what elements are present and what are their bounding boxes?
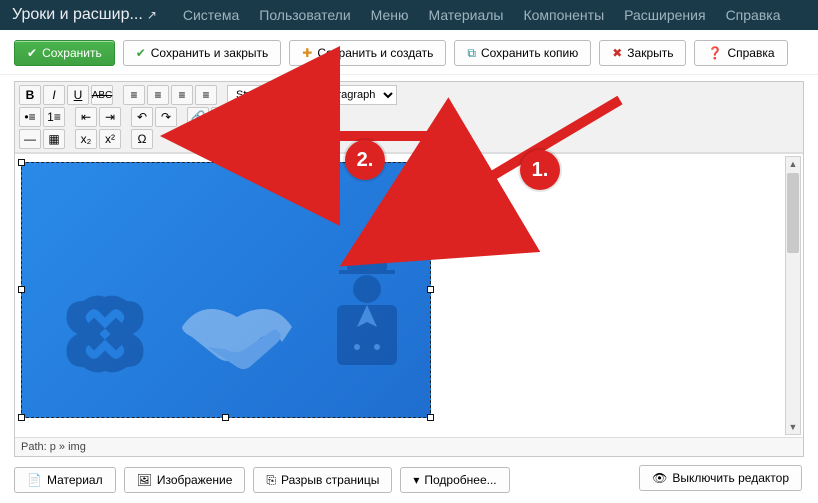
align-right-button[interactable]: ≡ [171, 85, 193, 105]
eye-icon: 👁 [652, 472, 667, 484]
pagebreak-label: Разрыв страницы [281, 473, 379, 487]
document-icon: 📄 [27, 474, 42, 486]
butler-graphic [317, 257, 417, 387]
scroll-thumb[interactable] [787, 173, 799, 253]
resize-handle-br[interactable] [427, 414, 434, 421]
nav-materials[interactable]: Материалы [429, 7, 504, 23]
nav-extensions[interactable]: Расширения [624, 7, 705, 23]
editor-toolbar: B I U ABC ≡ ≡ ≡ ≡ Styles Paragraph •≡ 1≡… [15, 82, 803, 153]
number-list-button[interactable]: 1≡ [43, 107, 65, 127]
editor-toolbar-row-1: B I U ABC ≡ ≡ ≡ ≡ Styles Paragraph [19, 85, 799, 105]
link-button[interactable]: 🔗 [187, 107, 209, 127]
action-toolbar: ✔ Сохранить ✔ Сохранить и закрыть ✚ Сохр… [0, 30, 818, 75]
nav-menu[interactable]: Меню [371, 7, 409, 23]
vertical-scrollbar[interactable]: ▲ ▼ [785, 156, 801, 435]
resize-handle-bl[interactable] [18, 414, 25, 421]
align-justify-button[interactable]: ≡ [195, 85, 217, 105]
outdent-button[interactable]: ⇤ [75, 107, 97, 127]
close-label: Закрыть [627, 46, 673, 60]
readmore-label: Подробнее... [424, 473, 496, 487]
resize-handle-tm[interactable] [222, 159, 229, 166]
handshake-graphic [172, 287, 302, 387]
save-close-label: Сохранить и закрыть [151, 46, 268, 60]
resize-handle-tr[interactable] [427, 159, 434, 166]
external-link-icon: ↗ [147, 8, 157, 22]
pagebreak-button[interactable]: ⎘ Разрыв страницы [253, 467, 392, 493]
help-icon: ❓ [707, 47, 722, 59]
image-icon [263, 111, 277, 123]
undo-button[interactable]: ↶ [131, 107, 153, 127]
image-label: Изображение [157, 473, 233, 487]
nav-components[interactable]: Компоненты [523, 7, 604, 23]
resize-handle-tl[interactable] [18, 159, 25, 166]
bullet-list-button[interactable]: •≡ [19, 107, 41, 127]
check-icon: ✔ [136, 47, 146, 59]
editor-path-bar: Path: p » img [15, 437, 803, 456]
readmore-button[interactable]: ▾ Подробнее... [400, 467, 509, 493]
resize-handle-mr[interactable] [427, 286, 434, 293]
save-new-label: Сохранить и создать [317, 46, 433, 60]
italic-button[interactable]: I [43, 85, 65, 105]
save-copy-button[interactable]: ⧉ Сохранить копию [454, 40, 591, 66]
superscript-button[interactable]: x² [99, 129, 121, 149]
redo-button[interactable]: ↷ [155, 107, 177, 127]
copy-icon: ⧉ [467, 47, 476, 59]
editor-toolbar-row-2: •≡ 1≡ ⇤ ⇥ ↶ ↷ 🔗 ✂ ⚓ ⌫ HTML [19, 107, 799, 127]
save-new-button[interactable]: ✚ Сохранить и создать [289, 40, 446, 66]
plus-icon: ✚ [302, 47, 312, 59]
help-button[interactable]: ❓ Справка [694, 40, 787, 66]
anchor-button[interactable]: ⚓ [235, 107, 257, 127]
save-button[interactable]: ✔ Сохранить [14, 40, 115, 66]
html-button[interactable]: HTML [307, 107, 329, 127]
resize-handle-bm[interactable] [222, 414, 229, 421]
chevron-down-icon: ▾ [413, 474, 419, 486]
material-button[interactable]: 📄 Материал [14, 467, 116, 493]
scroll-down-icon[interactable]: ▼ [786, 420, 800, 434]
close-icon: ✖ [612, 47, 622, 59]
editor-toolbar-row-3: — ▦ x₂ x² Ω [19, 129, 799, 149]
editor-canvas[interactable]: ▲ ▼ [15, 153, 803, 437]
page-title: Уроки и расшир... ↗ [12, 6, 157, 24]
underline-button[interactable]: U [67, 85, 89, 105]
save-close-button[interactable]: ✔ Сохранить и закрыть [123, 40, 282, 66]
indent-button[interactable]: ⇥ [99, 107, 121, 127]
align-left-button[interactable]: ≡ [123, 85, 145, 105]
close-button[interactable]: ✖ Закрыть [599, 40, 686, 66]
html-icon: HTML [307, 113, 329, 122]
paragraph-select[interactable]: Paragraph [315, 85, 397, 105]
strikethrough-button[interactable]: ABC [91, 85, 113, 105]
selected-image[interactable] [21, 162, 431, 418]
nav-system[interactable]: Система [183, 7, 239, 23]
save-button-label: Сохранить [42, 46, 102, 60]
path-text: Path: p » img [21, 441, 86, 453]
check-icon: ✔ [27, 47, 37, 59]
picture-icon: 🖼 [137, 474, 152, 486]
editor-panel: B I U ABC ≡ ≡ ≡ ≡ Styles Paragraph •≡ 1≡… [14, 81, 804, 457]
joomla-logo-graphic [50, 279, 160, 389]
insert-image-button[interactable] [259, 107, 281, 127]
hr-button[interactable]: — [19, 129, 41, 149]
pagebreak-icon: ⎘ [266, 474, 276, 486]
bold-button[interactable]: B [19, 85, 41, 105]
scroll-up-icon[interactable]: ▲ [786, 157, 800, 171]
image-button[interactable]: 🖼 Изображение [124, 467, 246, 493]
page-title-text: Уроки и расшир... [12, 6, 143, 24]
unlink-button[interactable]: ✂ [211, 107, 233, 127]
toggle-editor-label: Выключить редактор [672, 471, 789, 485]
help-label: Справка [727, 46, 774, 60]
subscript-button[interactable]: x₂ [75, 129, 97, 149]
material-label: Материал [47, 473, 103, 487]
table-button[interactable]: ▦ [43, 129, 65, 149]
top-nav: Уроки и расшир... ↗ Система Пользователи… [0, 0, 818, 30]
cleanup-button[interactable]: ⌫ [283, 107, 305, 127]
special-char-button[interactable]: Ω [131, 129, 153, 149]
align-center-button[interactable]: ≡ [147, 85, 169, 105]
nav-help[interactable]: Справка [726, 7, 781, 23]
save-copy-label: Сохранить копию [481, 46, 578, 60]
styles-select[interactable]: Styles [227, 85, 313, 105]
toggle-editor-button[interactable]: 👁 Выключить редактор [639, 465, 802, 491]
resize-handle-ml[interactable] [18, 286, 25, 293]
nav-users[interactable]: Пользователи [259, 7, 350, 23]
